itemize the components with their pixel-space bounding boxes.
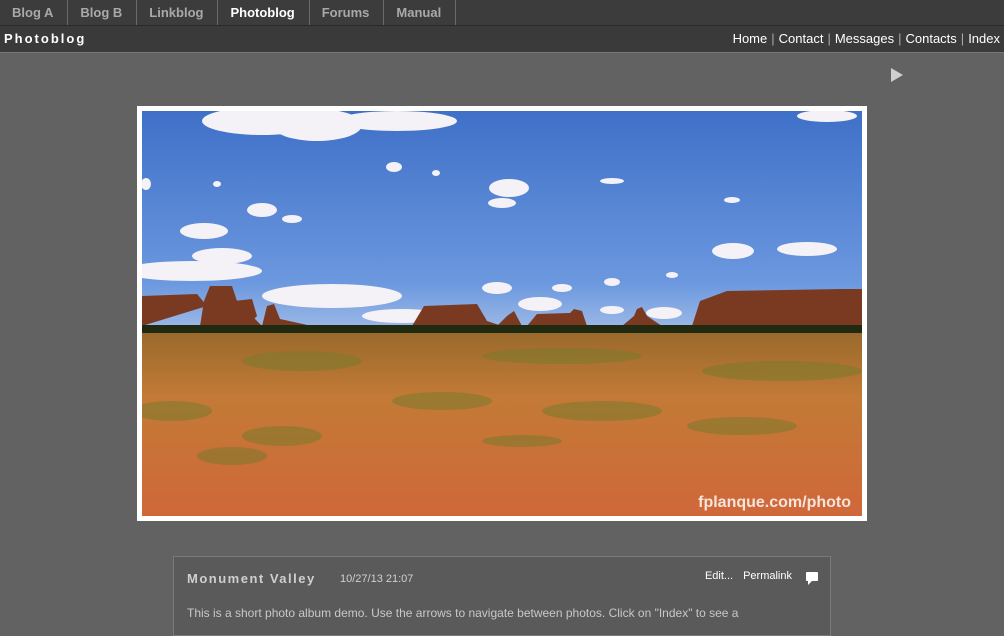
post-title[interactable]: Monument Valley [187,571,316,586]
link-contact[interactable]: Contact [779,31,824,46]
photo-watermark: fplanque.com/photo [698,494,851,511]
blog-title: Photoblog [4,31,87,46]
link-separator: | [898,31,902,46]
tab-blog-b[interactable]: Blog B [68,0,138,25]
link-separator: | [827,31,831,46]
play-arrow-icon[interactable] [891,68,903,82]
top-links: Home | Contact | Messages | Contacts | Index [733,26,1000,52]
tab-blog-a[interactable]: Blog A [0,0,69,25]
blog-tabs: Blog A Blog B Linkblog Photoblog Forums … [0,0,1004,26]
tab-forums[interactable]: Forums [310,0,385,25]
tab-manual[interactable]: Manual [384,0,457,25]
link-index[interactable]: Index [968,31,1000,46]
link-separator: | [771,31,775,46]
post-body: This is a short photo album demo. Use th… [187,606,739,620]
edit-link[interactable]: Edit... [705,570,733,582]
photo-frame: fplanque.com/photo [137,106,867,521]
comment-icon[interactable] [806,571,818,585]
post-actions: Edit... Permalink [695,570,818,585]
link-messages[interactable]: Messages [835,31,894,46]
photo-monument-valley[interactable]: fplanque.com/photo [142,111,862,516]
link-home[interactable]: Home [733,31,768,46]
tab-photoblog[interactable]: Photoblog [218,0,310,25]
permalink-link[interactable]: Permalink [743,570,792,582]
sub-header: Photoblog Home | Contact | Messages | Contacts… [0,26,1004,53]
post-box: Monument Valley 10/27/13 21:07 Edit... P… [173,556,831,636]
post-date: 10/27/13 21:07 [340,573,414,585]
link-contacts[interactable]: Contacts [905,31,956,46]
tab-linkblog[interactable]: Linkblog [137,0,219,25]
link-separator: | [960,31,965,46]
